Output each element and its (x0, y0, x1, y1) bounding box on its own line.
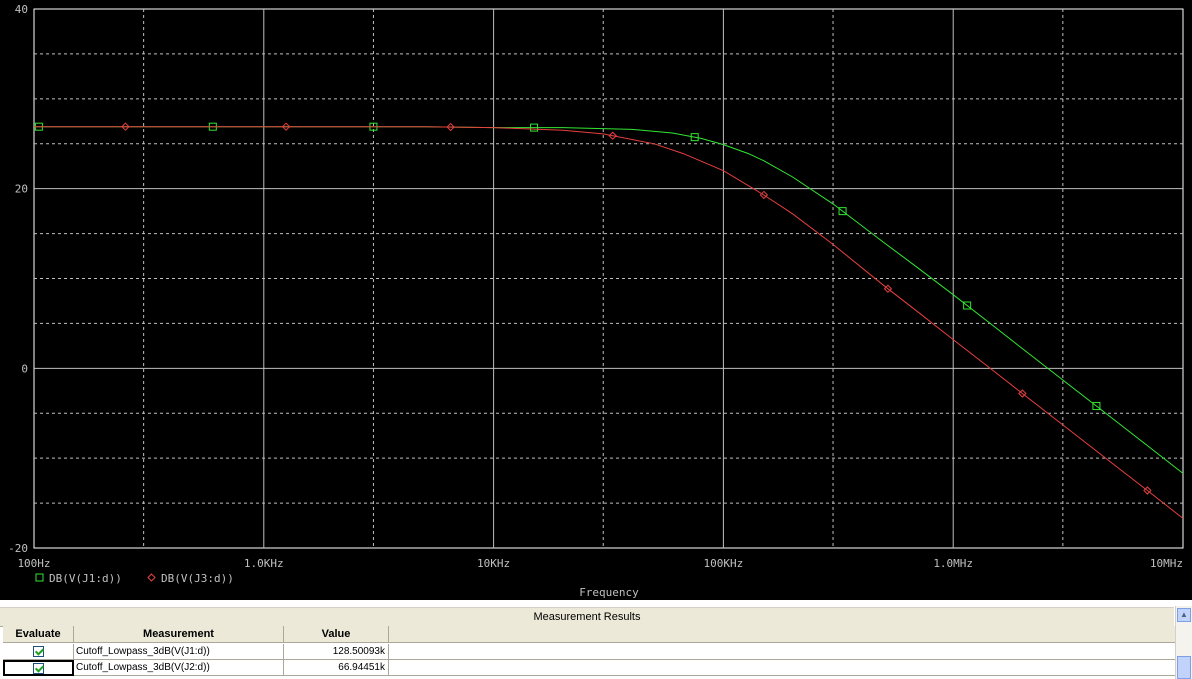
measurement-cell[interactable]: Cutoff_Lowpass_3dB(V(J2:d)) (74, 660, 284, 676)
value-cell: 66.94451k (284, 660, 389, 676)
evaluate-checkbox[interactable] (33, 646, 44, 657)
series-group (34, 122, 1184, 519)
y-tick-label: 20 (15, 183, 28, 196)
evaluate-checkbox[interactable] (33, 663, 44, 674)
measurement-cell[interactable]: Cutoff_Lowpass_3dB(V(J1:d)) (74, 644, 284, 660)
bode-plot[interactable]: 40 20 0 -20 100Hz 1.0KHz 10KHz 100KHz 1.0MHz 10MH… (0, 0, 1192, 600)
measurement-results-title: Measurement Results (0, 607, 1174, 627)
grid-lines (34, 9, 1183, 548)
series-line-2 (34, 126, 1184, 519)
x-tick-label: 1.0MHz (933, 557, 973, 570)
legend-marker-square (35, 573, 44, 582)
evaluate-cell (3, 644, 74, 660)
y-tick-label: -20 (8, 542, 28, 555)
empty-cell (389, 644, 1175, 660)
legend-marker-diamond (147, 573, 156, 582)
x-tick-label: 100Hz (17, 557, 50, 570)
series-line-1 (34, 126, 1184, 474)
measurement-results-panel: Measurement Results Evaluate Measurement… (0, 600, 1192, 679)
y-tick-label: 40 (15, 3, 28, 16)
table-row[interactable]: Cutoff_Lowpass_3dB(V(J2:d)) 66.94451k (0, 660, 1175, 676)
table-row[interactable]: Cutoff_Lowpass_3dB(V(J1:d)) 128.50093k (0, 644, 1175, 660)
legend-label: DB(V(J1:d)) (49, 572, 122, 585)
scroll-thumb[interactable] (1177, 656, 1191, 679)
value-column-header[interactable]: Value (284, 626, 389, 643)
y-tick-label: 0 (21, 362, 28, 375)
x-axis-label: Frequency (579, 586, 639, 599)
empty-cell (389, 660, 1175, 676)
evaluate-column-header[interactable]: Evaluate (3, 626, 74, 643)
evaluate-cell (3, 660, 74, 676)
tick-labels: 40 20 0 -20 100Hz 1.0KHz 10KHz 100KHz 1.0MHz 10MH… (8, 3, 1183, 570)
empty-column-header (389, 626, 1175, 643)
vertical-scrollbar[interactable]: ▲ (1175, 606, 1192, 679)
x-tick-label: 1.0KHz (244, 557, 284, 570)
legend-label: DB(V(J3:d)) (161, 572, 234, 585)
legend: DB(V(J1:d)) DB(V(J3:d)) (35, 572, 234, 585)
value-cell: 128.50093k (284, 644, 389, 660)
plot-area-border (33, 8, 1184, 549)
measurement-column-header[interactable]: Measurement (74, 626, 284, 643)
x-tick-label: 10MHz (1150, 557, 1183, 570)
scroll-up-icon[interactable]: ▲ (1177, 608, 1191, 622)
x-tick-label: 100KHz (704, 557, 744, 570)
x-tick-label: 10KHz (477, 557, 510, 570)
